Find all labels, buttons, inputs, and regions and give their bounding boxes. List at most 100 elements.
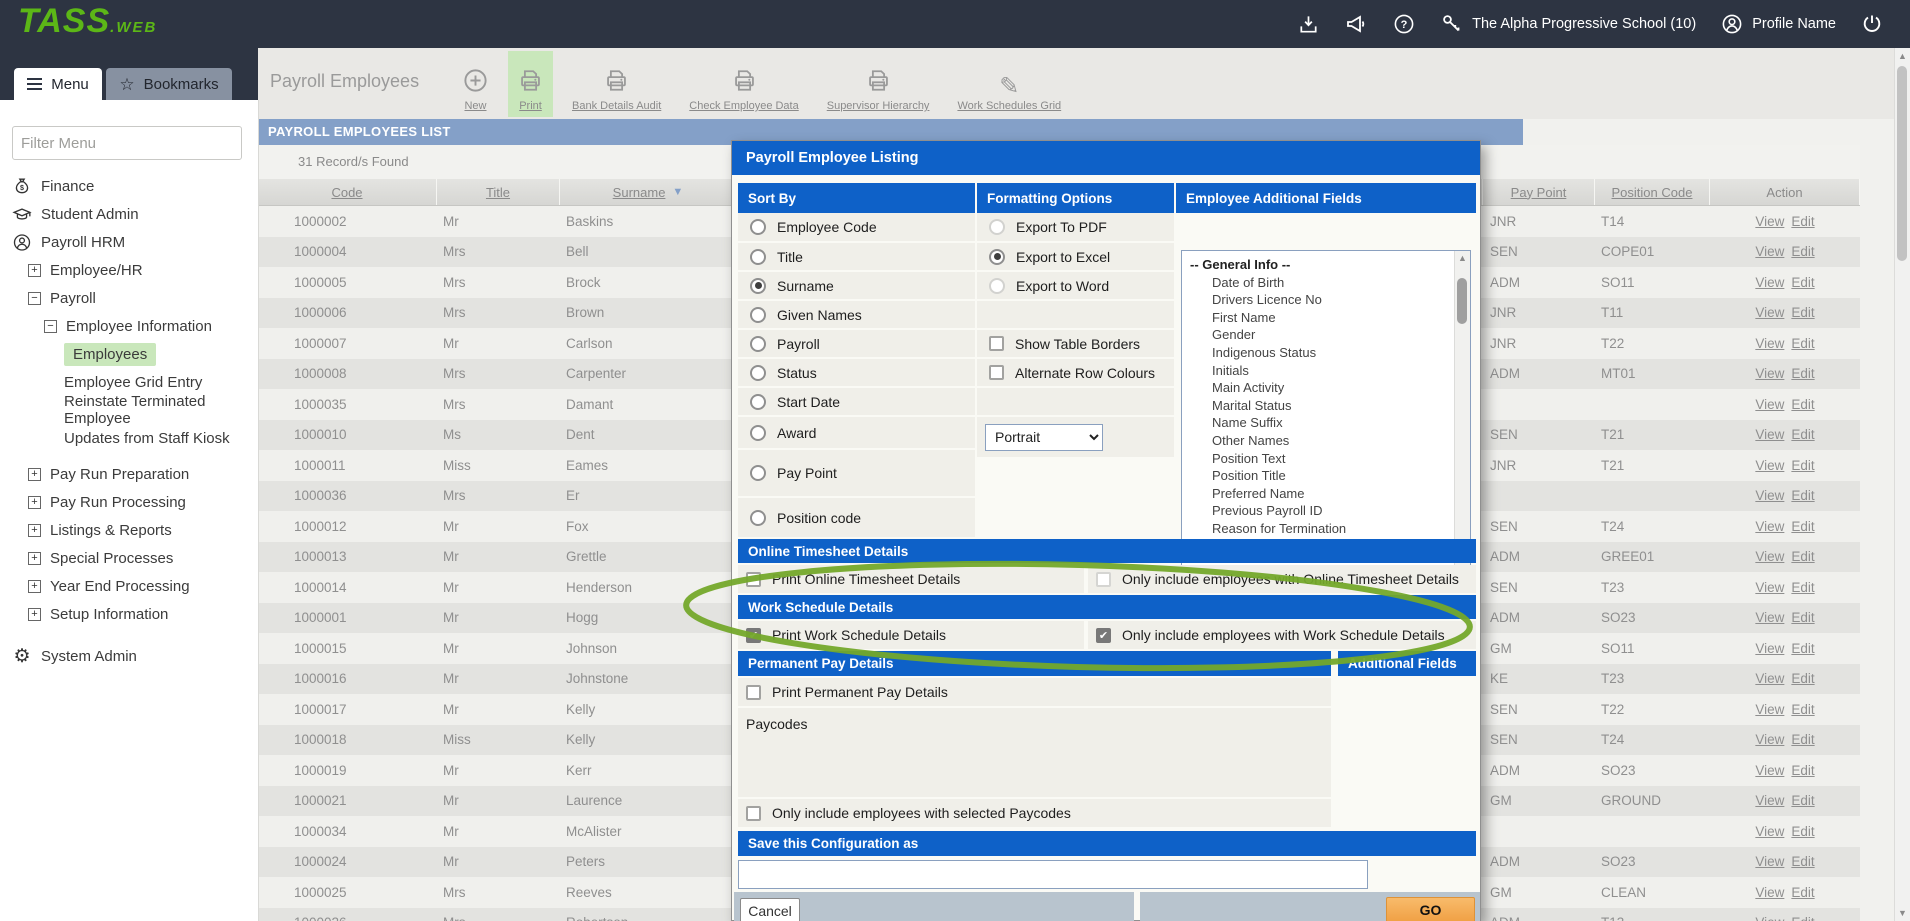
view-link[interactable]: View xyxy=(1755,732,1784,747)
view-link[interactable]: View xyxy=(1755,580,1784,595)
scroll-thumb[interactable] xyxy=(1457,278,1467,324)
view-link[interactable]: View xyxy=(1755,641,1784,656)
only-selected-paycodes-checkbox[interactable] xyxy=(746,806,761,821)
column-header-position-code[interactable]: Position Code xyxy=(1595,179,1710,205)
list-option-initials[interactable]: Initials xyxy=(1190,362,1450,380)
sidebar-item-finance[interactable]: $Finance xyxy=(0,172,258,200)
view-link[interactable]: View xyxy=(1755,885,1784,900)
list-option-position-text[interactable]: Position Text xyxy=(1190,450,1450,468)
collapse-icon[interactable]: − xyxy=(28,292,41,305)
toolbar-button-bank-details-audit[interactable]: Bank Details Audit xyxy=(563,51,670,117)
radio-given-names[interactable] xyxy=(750,307,766,323)
scroll-down-icon[interactable]: ▼ xyxy=(1895,908,1910,918)
checkbox-alternate-row-colours[interactable] xyxy=(989,365,1004,380)
radio-title[interactable] xyxy=(750,249,766,265)
view-link[interactable]: View xyxy=(1755,275,1784,290)
radio-position-code[interactable] xyxy=(750,510,766,526)
go-button[interactable]: GO xyxy=(1386,897,1475,921)
view-link[interactable]: View xyxy=(1755,854,1784,869)
employee-additional-fields-list[interactable]: -- General Info --Date of BirthDrivers L… xyxy=(1181,250,1471,567)
edit-link[interactable]: Edit xyxy=(1791,427,1814,442)
sidebar-item-reinstate-terminated-employee[interactable]: Reinstate Terminated Employee xyxy=(0,396,258,424)
view-link[interactable]: View xyxy=(1755,549,1784,564)
list-option-previous-payroll-id[interactable]: Previous Payroll ID xyxy=(1190,502,1450,520)
edit-link[interactable]: Edit xyxy=(1791,580,1814,595)
column-header-pay-point[interactable]: Pay Point xyxy=(1483,179,1595,205)
sidebar-item-employees[interactable]: Employees xyxy=(0,340,258,368)
edit-link[interactable]: Edit xyxy=(1791,641,1814,656)
sidebar-item-pay-run-processing[interactable]: +Pay Run Processing xyxy=(0,488,258,516)
list-option-main-activity[interactable]: Main Activity xyxy=(1190,379,1450,397)
list-option-general-info[interactable]: -- General Info -- xyxy=(1190,256,1450,274)
sidebar-item-payroll-hrm[interactable]: Payroll HRM xyxy=(0,228,258,256)
list-option-marital-status[interactable]: Marital Status xyxy=(1190,397,1450,415)
toolbar-button-new[interactable]: New xyxy=(453,51,498,117)
expand-icon[interactable]: + xyxy=(28,524,41,537)
view-link[interactable]: View xyxy=(1755,458,1784,473)
view-link[interactable]: View xyxy=(1755,214,1784,229)
cancel-button[interactable]: Cancel xyxy=(740,898,800,921)
help-icon[interactable]: ? xyxy=(1392,12,1416,36)
column-header-code[interactable]: Code xyxy=(258,179,437,205)
school-switcher[interactable]: The Alpha Progressive School (10) xyxy=(1440,12,1696,36)
view-link[interactable]: View xyxy=(1755,793,1784,808)
print-work-schedule-checkbox[interactable] xyxy=(746,628,761,643)
tab-menu[interactable]: Menu xyxy=(14,68,102,100)
edit-link[interactable]: Edit xyxy=(1791,915,1814,921)
radio-start-date[interactable] xyxy=(750,394,766,410)
sort-option-payroll[interactable]: Payroll xyxy=(738,330,975,359)
column-header-action[interactable]: Action xyxy=(1710,179,1860,205)
download-icon[interactable] xyxy=(1297,13,1320,36)
edit-link[interactable]: Edit xyxy=(1791,488,1814,503)
list-option-drivers-licence-no[interactable]: Drivers Licence No xyxy=(1190,291,1450,309)
sidebar-item-payroll[interactable]: −Payroll xyxy=(0,284,258,312)
save-configuration-input[interactable] xyxy=(738,860,1368,889)
radio-status[interactable] xyxy=(750,365,766,381)
edit-link[interactable]: Edit xyxy=(1791,671,1814,686)
radio-employee-code[interactable] xyxy=(750,219,766,235)
format-option-alternate-row-colours[interactable]: Alternate Row Colours xyxy=(977,359,1174,388)
list-option-first-name[interactable]: First Name xyxy=(1190,309,1450,327)
view-link[interactable]: View xyxy=(1755,427,1784,442)
page-scroll-thumb[interactable] xyxy=(1897,66,1907,261)
tab-bookmarks[interactable]: ☆ Bookmarks xyxy=(106,68,232,100)
edit-link[interactable]: Edit xyxy=(1791,793,1814,808)
edit-link[interactable]: Edit xyxy=(1791,397,1814,412)
view-link[interactable]: View xyxy=(1755,610,1784,625)
sort-option-award[interactable]: Award xyxy=(738,417,975,450)
sidebar-item-updates-from-staff-kiosk[interactable]: Updates from Staff Kiosk xyxy=(0,424,258,452)
list-option-other-names[interactable]: Other Names xyxy=(1190,432,1450,450)
radio-export-to-excel[interactable] xyxy=(989,249,1005,265)
orientation-row[interactable]: Portrait xyxy=(977,417,1174,459)
edit-link[interactable]: Edit xyxy=(1791,610,1814,625)
edit-link[interactable]: Edit xyxy=(1791,366,1814,381)
sort-option-start-date[interactable]: Start Date xyxy=(738,388,975,417)
scroll-up-icon[interactable]: ▲ xyxy=(1895,51,1910,61)
toolbar-button-supervisor-hierarchy[interactable]: Supervisor Hierarchy xyxy=(818,51,939,117)
collapse-icon[interactable]: − xyxy=(44,320,57,333)
sidebar-item-year-end-processing[interactable]: +Year End Processing xyxy=(0,572,258,600)
scroll-up-icon[interactable]: ▲ xyxy=(1455,253,1470,263)
edit-link[interactable]: Edit xyxy=(1791,854,1814,869)
column-header-title[interactable]: Title xyxy=(437,179,560,205)
edit-link[interactable]: Edit xyxy=(1791,244,1814,259)
logout-icon[interactable] xyxy=(1860,12,1884,36)
sort-option-surname[interactable]: Surname xyxy=(738,272,975,301)
list-option-indigenous-status[interactable]: Indigenous Status xyxy=(1190,344,1450,362)
edit-link[interactable]: Edit xyxy=(1791,305,1814,320)
sort-option-given-names[interactable]: Given Names xyxy=(738,301,975,330)
only-work-schedule-checkbox[interactable] xyxy=(1096,628,1111,643)
expand-icon[interactable]: + xyxy=(28,608,41,621)
list-option-preferred-name[interactable]: Preferred Name xyxy=(1190,485,1450,503)
view-link[interactable]: View xyxy=(1755,671,1784,686)
orientation-select[interactable]: Portrait xyxy=(985,424,1103,451)
view-link[interactable]: View xyxy=(1755,519,1784,534)
page-scrollbar[interactable]: ▲ ▼ xyxy=(1894,48,1910,921)
view-link[interactable]: View xyxy=(1755,915,1784,921)
radio-payroll[interactable] xyxy=(750,336,766,352)
list-option-gender[interactable]: Gender xyxy=(1190,326,1450,344)
checkbox-show-table-borders[interactable] xyxy=(989,336,1004,351)
view-link[interactable]: View xyxy=(1755,366,1784,381)
toolbar-button-print[interactable]: Print xyxy=(508,51,553,117)
column-header-surname[interactable]: Surname▼ xyxy=(560,179,737,205)
